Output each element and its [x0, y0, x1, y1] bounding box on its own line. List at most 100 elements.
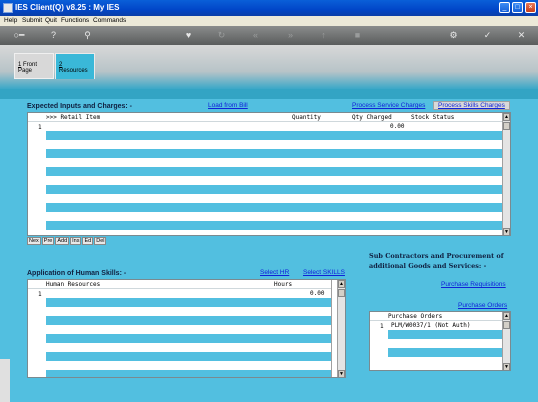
purchase-order-value: PLM/W0037/1 (Not Auth) — [391, 322, 471, 329]
scroll-up-icon[interactable]: ▲ — [338, 280, 345, 288]
heart-icon[interactable]: ♥ — [183, 30, 194, 41]
table-row[interactable] — [46, 149, 502, 158]
table-row[interactable] — [46, 176, 502, 185]
delete-button[interactable]: Del — [94, 237, 107, 245]
up-icon[interactable]: ↑ — [318, 30, 329, 41]
purchase-orders-link[interactable]: Purchase Orders — [458, 302, 507, 309]
load-from-bill-link[interactable]: Load from Bill — [208, 102, 248, 109]
scroll-up-icon[interactable]: ▲ — [503, 312, 510, 320]
scroll-thumb[interactable] — [503, 321, 510, 329]
table-row[interactable] — [388, 339, 502, 348]
select-skills-link[interactable]: Select SKILLS — [303, 269, 345, 276]
process-service-charges-link[interactable]: Process Service Charges — [352, 102, 425, 109]
table-row[interactable]: 0.00 — [46, 289, 331, 298]
menu-bar: Help Submit Quit Functions Commands — [0, 16, 538, 26]
previous-button[interactable]: Pre — [41, 237, 55, 245]
last-icon[interactable]: » — [285, 30, 296, 41]
row-number: 1 — [380, 323, 384, 330]
purchase-requisitions-link[interactable]: Purchase Requisitions — [441, 281, 506, 288]
first-icon[interactable]: « — [250, 30, 261, 41]
col-human-resources: Human Resources — [46, 281, 101, 288]
tab-label: Front Page — [18, 62, 38, 74]
hours-value: 0.00 — [310, 290, 325, 297]
skills-scrollbar[interactable]: ▲ ▼ — [337, 280, 345, 377]
menu-commands[interactable]: Commands — [93, 17, 126, 24]
window-title: IES Client(Q) v8.25 : My IES — [15, 3, 120, 12]
table-row[interactable] — [46, 361, 331, 370]
tab-strip: 1 Front Page 2 Resources — [0, 45, 538, 89]
scroll-thumb[interactable] — [338, 289, 345, 297]
edit-button[interactable]: Ed — [82, 237, 94, 245]
process-skills-charges-button[interactable]: Process Skills Charges — [433, 101, 510, 110]
table-row[interactable] — [46, 131, 502, 140]
table-row[interactable] — [46, 221, 502, 230]
col-quantity: Quantity — [292, 114, 321, 121]
main-panel: Expected Inputs and Charges: - Load from… — [0, 99, 538, 402]
add-button[interactable]: Add — [55, 237, 70, 245]
table-row[interactable] — [46, 343, 331, 352]
inputs-grid: >>> Retail Item Quantity Qty Charged Sto… — [27, 112, 511, 236]
table-row[interactable] — [46, 167, 502, 176]
help-icon[interactable]: ? — [48, 30, 59, 41]
row-number: 1 — [38, 124, 42, 131]
row-label-column — [28, 289, 46, 377]
menu-quit[interactable]: Quit — [45, 17, 57, 24]
row-number: 1 — [38, 291, 42, 298]
scroll-down-icon[interactable]: ▼ — [338, 370, 345, 377]
menu-functions[interactable]: Functions — [61, 17, 89, 24]
table-row[interactable] — [46, 140, 502, 149]
select-hr-link[interactable]: Select HR — [260, 269, 289, 276]
table-row[interactable] — [46, 325, 331, 334]
scroll-up-icon[interactable]: ▲ — [503, 113, 510, 121]
table-row[interactable] — [46, 203, 502, 212]
inputs-grid-header: >>> Retail Item Quantity Qty Charged Sto… — [28, 113, 502, 122]
subcontract-title-line2: additional Goods and Services: - — [369, 262, 487, 270]
table-row[interactable] — [46, 334, 331, 343]
inputs-section-title: Expected Inputs and Charges: - — [27, 103, 133, 110]
next-button[interactable]: Nex — [27, 237, 41, 245]
tab-front-page[interactable]: 1 Front Page — [14, 53, 54, 79]
table-row[interactable] — [46, 307, 331, 316]
table-row[interactable] — [46, 298, 331, 307]
table-row[interactable]: 0.00 — [46, 122, 502, 131]
qty-charged-value: 0.00 — [390, 123, 405, 130]
table-row[interactable] — [388, 348, 502, 357]
close-button[interactable]: × — [525, 2, 536, 13]
table-row[interactable]: PLM/W0037/1 (Not Auth) — [388, 321, 502, 330]
purchase-orders-grid-header: Purchase Orders — [370, 312, 502, 321]
refresh-icon[interactable]: ↻ — [216, 30, 227, 41]
search-icon[interactable]: ⚲ — [82, 30, 93, 41]
table-row[interactable] — [388, 357, 502, 366]
scroll-down-icon[interactable]: ▼ — [503, 228, 510, 235]
inputs-scrollbar[interactable]: ▲ ▼ — [502, 113, 510, 235]
table-row[interactable] — [46, 158, 502, 167]
tab-resources[interactable]: 2 Resources — [55, 53, 95, 79]
minimize-button[interactable]: _ — [499, 2, 510, 13]
table-row[interactable] — [46, 370, 331, 377]
check-icon[interactable]: ✓ — [482, 30, 493, 41]
table-row[interactable] — [46, 352, 331, 361]
row-label-column — [28, 122, 46, 235]
table-row[interactable] — [46, 212, 502, 221]
table-row[interactable] — [46, 194, 502, 203]
scroll-thumb[interactable] — [503, 122, 510, 130]
cancel-icon[interactable]: ✕ — [516, 30, 527, 41]
maximize-button[interactable]: □ — [512, 2, 523, 13]
save-icon[interactable]: ■ — [352, 30, 363, 41]
insert-button[interactable]: Ins — [70, 237, 82, 245]
col-qty-charged: Qty Charged — [352, 114, 392, 121]
record-nav-buttons: Nex Pre Add Ins Ed Del — [27, 237, 107, 245]
header-band — [0, 89, 538, 99]
table-row[interactable] — [46, 316, 331, 325]
subcontract-title-line1: Sub Contractors and Procurement of — [369, 252, 504, 260]
menu-submit[interactable]: Submit — [22, 17, 42, 24]
scroll-down-icon[interactable]: ▼ — [503, 363, 510, 370]
table-row[interactable] — [388, 330, 502, 339]
purchase-orders-scrollbar[interactable]: ▲ ▼ — [502, 312, 510, 370]
key-icon[interactable]: ○━ — [8, 30, 30, 41]
table-row[interactable] — [46, 185, 502, 194]
menu-help[interactable]: Help — [4, 17, 17, 24]
left-edge-strip — [0, 359, 10, 402]
tab-label: Resources — [59, 68, 88, 74]
settings-icon[interactable]: ⚙ — [448, 30, 459, 41]
